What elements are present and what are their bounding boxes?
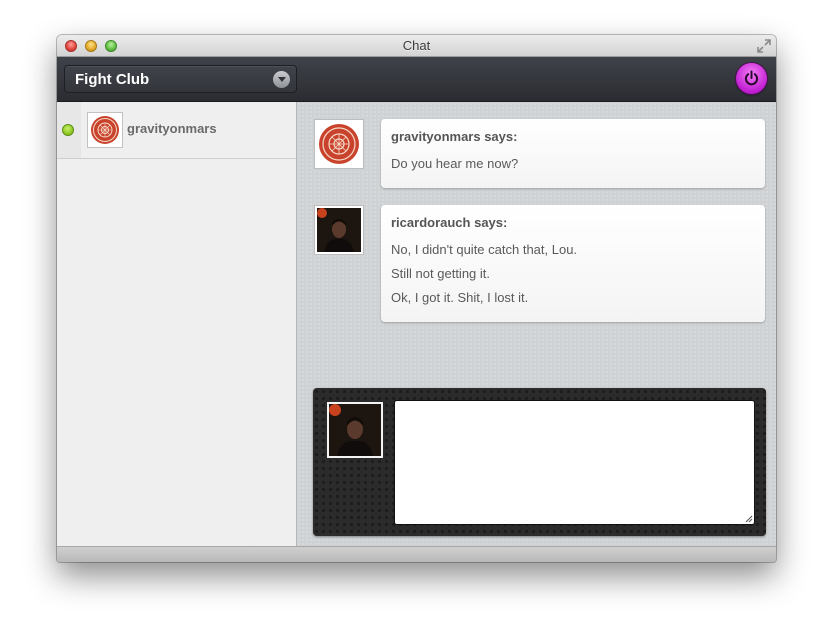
title-bar: Chat — [57, 35, 776, 57]
power-button[interactable] — [736, 63, 767, 94]
online-status-icon — [62, 124, 74, 136]
user-name: gravityonmars — [127, 121, 217, 136]
message-author: ricardorauch says: — [391, 215, 508, 230]
avatar — [314, 119, 364, 169]
user-photo-avatar-icon — [317, 208, 361, 252]
composer — [313, 388, 766, 536]
message-author: gravityonmars says: — [391, 129, 518, 144]
room-select[interactable]: Fight Club — [64, 65, 297, 93]
user-list: gravityonmars — [57, 102, 297, 546]
message-bubble: ricardorauch says: No, I didn't quite ca… — [381, 205, 765, 322]
message-bubble: gravityonmars says: Do you hear me now? — [381, 119, 765, 188]
chevron-down-icon — [273, 71, 290, 88]
user-list-item[interactable]: gravityonmars — [57, 102, 296, 159]
message-text: Ok, I got it. Shit, I lost it. — [391, 290, 529, 305]
user-photo-avatar-icon — [329, 404, 381, 456]
message-text: Do you hear me now? — [391, 156, 519, 171]
message-text: No, I didn't quite catch that, Lou. — [391, 242, 578, 257]
resize-grip-icon[interactable] — [745, 515, 753, 523]
toolbar: Fight Club — [57, 57, 776, 102]
avatar — [314, 205, 364, 255]
power-icon — [744, 70, 759, 86]
status-bar — [57, 546, 776, 562]
chat-area: gravityonmars says: Do you hear me now? … — [297, 102, 776, 546]
seal-avatar-icon — [319, 124, 359, 164]
chat-window: Chat Fight Club gravityonmars gravityonm… — [57, 35, 776, 562]
message-text: Still not getting it. — [391, 266, 490, 281]
seal-avatar-icon — [91, 116, 119, 144]
room-name: Fight Club — [75, 71, 150, 88]
window-title: Chat — [402, 38, 431, 53]
avatar — [87, 112, 123, 148]
avatar — [327, 402, 383, 458]
message-input[interactable] — [394, 400, 755, 525]
fullscreen-icon[interactable] — [756, 38, 772, 54]
